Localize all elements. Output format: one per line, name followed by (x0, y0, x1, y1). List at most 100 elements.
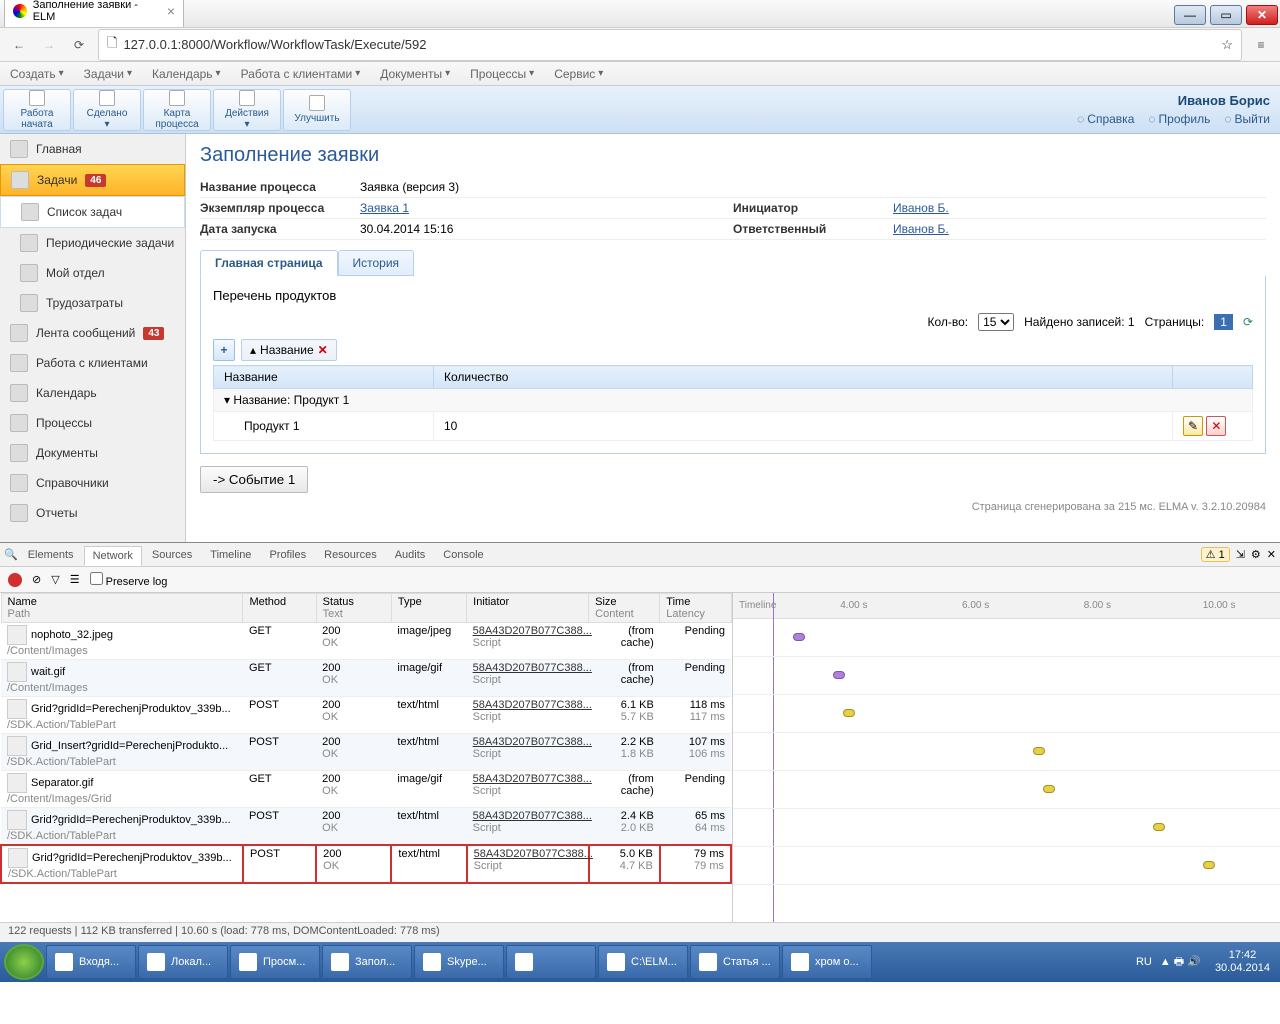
event-button[interactable]: -> Событие 1 (200, 466, 308, 493)
taskbar-item[interactable]: Статья ... (690, 945, 780, 979)
filter-icon[interactable]: ▽ (51, 573, 59, 586)
browser-tab[interactable]: Заполнение заявки - ELM × (4, 0, 184, 27)
sidebar-item[interactable]: Справочники (0, 468, 185, 498)
tray-icons[interactable]: ▲ 🖶 🔊 (1160, 953, 1201, 972)
col-qty[interactable]: Количество (434, 366, 1173, 389)
devtools-close-icon[interactable]: ✕ (1267, 548, 1276, 561)
net-col[interactable]: Type (391, 594, 466, 623)
page-num[interactable]: 1 (1214, 314, 1233, 330)
refresh-icon[interactable]: ⟳ (1243, 315, 1253, 329)
sidebar-item[interactable]: Главная (0, 134, 185, 164)
devtools-tab-Resources[interactable]: Resources (316, 546, 385, 564)
maximize-button[interactable]: ▭ (1210, 5, 1242, 25)
devtools-tab-Console[interactable]: Console (435, 546, 491, 564)
taskbar-item[interactable]: C:\ELM... (598, 945, 688, 979)
taskbar-item[interactable]: Skype... (414, 945, 504, 979)
forward-button[interactable]: → (38, 34, 60, 56)
ribbon-btn[interactable]: Улучшить (283, 89, 351, 131)
taskbar-item[interactable]: Просм... (230, 945, 320, 979)
clear-icon[interactable]: ⊘ (32, 573, 41, 586)
sidebar-item[interactable]: Трудозатраты (0, 288, 185, 318)
col-name[interactable]: Название (214, 366, 434, 389)
sidebar-item[interactable]: Работа с клиентами (0, 348, 185, 378)
devtools-tab-Audits[interactable]: Audits (387, 546, 434, 564)
devtools-tab-Profiles[interactable]: Profiles (261, 546, 314, 564)
toggle-dock-icon[interactable]: ⇲ (1236, 548, 1245, 561)
edit-button[interactable]: ✎ (1183, 416, 1203, 436)
ribbon-btn[interactable]: Сделано▾ (73, 89, 141, 131)
preserve-log-checkbox[interactable]: Preserve log (90, 572, 168, 588)
net-col[interactable]: NamePath (1, 594, 243, 623)
filter-tag[interactable]: ▴ Название ✕ (241, 339, 337, 361)
close-button[interactable]: ✕ (1246, 5, 1278, 25)
sidebar-item[interactable]: Отчеты (0, 498, 185, 528)
tab-main[interactable]: Главная страница (200, 250, 338, 276)
settings-icon[interactable]: ⚙ (1251, 548, 1261, 561)
ribbon-link[interactable]: ◌ Профиль (1148, 112, 1210, 126)
sidebar-item[interactable]: Календарь (0, 378, 185, 408)
devtools-tab-Network[interactable]: Network (84, 546, 142, 566)
tab-history[interactable]: История (338, 250, 415, 276)
menu-Сервис[interactable]: Сервис ▾ (554, 67, 603, 81)
net-col[interactable]: TimeLatency (660, 594, 731, 623)
menu-Задачи[interactable]: Задачи ▾ (84, 67, 132, 81)
ribbon-btn[interactable]: Работаначата (3, 89, 71, 131)
network-timeline[interactable]: Timeline4.00 s6.00 s8.00 s10.00 s (732, 593, 1280, 922)
user-label[interactable]: Иванов Борис (1178, 93, 1270, 108)
inspect-icon[interactable]: 🔍 (4, 548, 18, 561)
net-col[interactable]: SizeContent (589, 594, 660, 623)
menu-Календарь[interactable]: Календарь ▾ (152, 67, 221, 81)
resp-link[interactable]: Иванов Б. (893, 222, 1153, 236)
instance-link[interactable]: Заявка 1 (360, 201, 620, 215)
delete-button[interactable]: ✕ (1206, 416, 1226, 436)
minimize-button[interactable]: — (1174, 5, 1206, 25)
group-row[interactable]: ▾ Название: Продукт 1 (214, 389, 1253, 412)
sidebar-item[interactable]: Периодические задачи (0, 228, 185, 258)
menu-Документы[interactable]: Документы ▾ (380, 67, 450, 81)
network-row[interactable]: Grid?gridId=PerechenjProduktov_339b.../S… (1, 808, 731, 846)
net-col[interactable]: Method (243, 594, 316, 623)
system-tray[interactable]: RU ▲ 🖶 🔊 17:4230.04.2014 (1136, 949, 1276, 975)
ribbon-btn[interactable]: Действия▾ (213, 89, 281, 131)
sidebar-item[interactable]: Задачи46 (0, 164, 185, 196)
devtools-tab-Sources[interactable]: Sources (144, 546, 200, 564)
network-row[interactable]: wait.gif/Content/ImagesGET200OKimage/gif… (1, 660, 731, 697)
network-row[interactable]: Grid_Insert?gridId=PerechenjProdukto.../… (1, 734, 731, 771)
taskbar-item[interactable] (506, 945, 596, 979)
menu-Работа с клиентами[interactable]: Работа с клиентами ▾ (241, 67, 361, 81)
devtools-tab-Timeline[interactable]: Timeline (202, 546, 259, 564)
qty-select[interactable]: 15 (978, 313, 1014, 331)
sidebar-item[interactable]: Мой отдел (0, 258, 185, 288)
remove-filter-icon[interactable]: ✕ (318, 343, 328, 357)
taskbar-item[interactable]: Входя... (46, 945, 136, 979)
star-icon[interactable]: ☆ (1221, 37, 1233, 53)
tab-close-icon[interactable]: × (167, 3, 175, 19)
net-col[interactable]: Initiator (467, 594, 589, 623)
ribbon-btn[interactable]: Картапроцесса (143, 89, 211, 131)
reload-button[interactable]: ⟳ (68, 34, 90, 56)
menu-Создать[interactable]: Создать ▾ (10, 67, 64, 81)
taskbar-item[interactable]: хром о... (782, 945, 872, 979)
taskbar-item[interactable]: Локал... (138, 945, 228, 979)
net-col[interactable]: StatusText (316, 594, 391, 623)
ribbon-link[interactable]: ◌ Справка (1077, 112, 1134, 126)
lang-indicator[interactable]: RU (1136, 956, 1152, 968)
url-bar[interactable]: 🗋 127.0.0.1:8000/Workflow/WorkflowTask/E… (98, 29, 1242, 61)
menu-button[interactable]: ≡ (1250, 34, 1272, 56)
network-row[interactable]: nophoto_32.jpeg/Content/ImagesGET200OKim… (1, 623, 731, 660)
sidebar-item[interactable]: Процессы (0, 408, 185, 438)
sidebar-item[interactable]: Список задач (0, 196, 185, 228)
network-table[interactable]: NamePathMethodStatusTextTypeInitiatorSiz… (0, 593, 732, 922)
warn-badge[interactable]: ⚠ 1 (1201, 547, 1230, 562)
network-row[interactable]: Grid?gridId=PerechenjProduktov_339b.../S… (1, 697, 731, 734)
network-row[interactable]: Grid?gridId=PerechenjProduktov_339b.../S… (1, 845, 731, 883)
record-button[interactable] (8, 573, 22, 587)
ribbon-link[interactable]: ◌ Выйти (1224, 112, 1270, 126)
taskbar-item[interactable]: Запол... (322, 945, 412, 979)
start-button[interactable] (4, 944, 44, 980)
initiator-link[interactable]: Иванов Б. (893, 201, 1153, 215)
back-button[interactable]: ← (8, 34, 30, 56)
devtools-tab-Elements[interactable]: Elements (20, 546, 82, 564)
sidebar-item[interactable]: Лента сообщений43 (0, 318, 185, 348)
sidebar-item[interactable]: Документы (0, 438, 185, 468)
